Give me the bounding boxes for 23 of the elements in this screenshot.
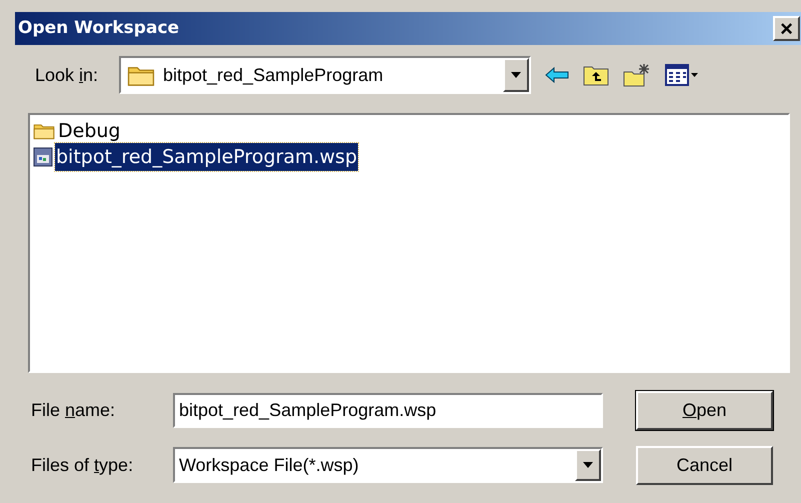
open-button[interactable]: Open — [636, 391, 773, 430]
dropdown-button[interactable] — [503, 58, 529, 92]
file-item[interactable]: Debug — [33, 118, 122, 144]
file-type-label: Files of type: — [31, 454, 134, 477]
file-name-label: File name: — [31, 398, 116, 422]
close-button[interactable]: × — [773, 16, 800, 41]
view-menu-icon[interactable] — [665, 64, 699, 86]
window-title: Open Workspace — [18, 16, 180, 40]
folder-icon — [33, 122, 55, 140]
folder-name: bitpot_red_SampleProgram — [163, 64, 384, 87]
file-name-field[interactable]: bitpot_red_SampleProgram.wsp — [173, 392, 603, 428]
file-type-dropdown[interactable]: Workspace File(*.wsp) — [173, 447, 603, 483]
dropdown-button[interactable] — [575, 449, 601, 481]
caret-icon — [583, 462, 593, 468]
look-in-dropdown[interactable]: bitpot_red_SampleProgram — [119, 56, 531, 94]
caret-icon — [511, 72, 521, 78]
new-folder-icon[interactable] — [623, 63, 651, 87]
look-in-label: Look in: — [35, 64, 100, 86]
up-folder-icon[interactable] — [583, 64, 609, 86]
back-arrow-icon[interactable] — [545, 67, 569, 83]
cancel-button[interactable]: Cancel — [636, 446, 773, 485]
file-type-value: Workspace File(*.wsp) — [178, 454, 360, 477]
document-icon — [33, 147, 53, 167]
